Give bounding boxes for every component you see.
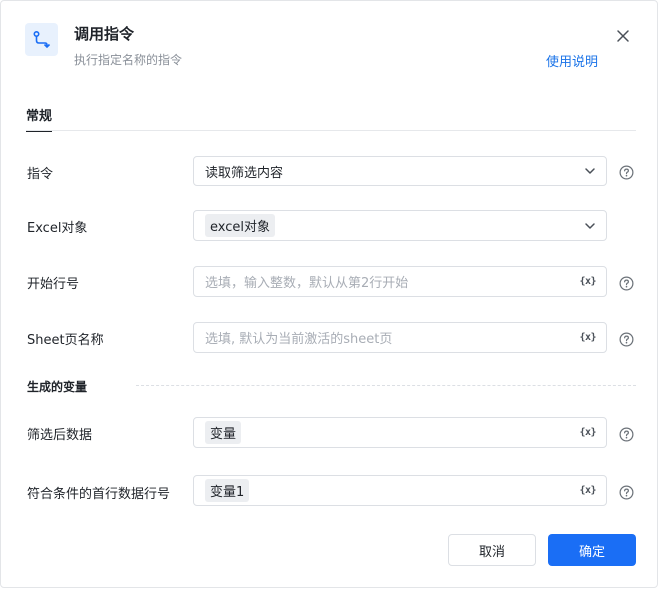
close-button[interactable]	[613, 26, 633, 46]
command-select-value: 读取筛选内容	[205, 165, 284, 181]
dialog-subtitle: 执行指定名称的指令	[74, 53, 183, 67]
question-circle-icon[interactable]	[619, 165, 634, 180]
excel-object-label: Excel对象	[27, 221, 88, 236]
cancel-button[interactable]: 取消	[448, 534, 536, 566]
excel-object-select[interactable]: excel对象	[193, 210, 607, 241]
tab-divider	[26, 130, 636, 131]
question-circle-icon[interactable]	[619, 332, 634, 347]
dialog-title: 调用指令	[74, 25, 135, 43]
sheet-name-label: Sheet页名称	[27, 333, 104, 348]
section-divider	[136, 385, 636, 386]
dialog: 调用指令 执行指定名称的指令 使用说明 常规 指令 读取筛选内容 Excel对象…	[0, 0, 658, 588]
start-row-placeholder: 选填，输入整数，默认从第2行开始	[205, 276, 409, 291]
variable-insert-icon[interactable]: {x}	[579, 485, 596, 496]
start-row-input[interactable]: 选填，输入整数，默认从第2行开始 {x}	[193, 266, 607, 297]
command-label: 指令	[27, 167, 54, 182]
variable-insert-icon[interactable]: {x}	[579, 332, 596, 343]
confirm-button[interactable]: 确定	[548, 534, 636, 566]
close-icon	[617, 30, 629, 42]
filtered-data-label: 筛选后数据	[27, 428, 93, 443]
question-circle-icon[interactable]	[619, 427, 634, 442]
first-row-label: 符合条件的首行数据行号	[27, 487, 171, 502]
tab-general[interactable]: 常规	[26, 105, 53, 132]
first-row-input[interactable]: 变量1 {x}	[193, 475, 607, 506]
first-row-tag: 变量1	[205, 479, 250, 502]
flow-connector-icon	[25, 23, 58, 56]
start-row-label: 开始行号	[27, 277, 80, 292]
command-select[interactable]: 读取筛选内容	[193, 156, 607, 186]
variable-insert-icon[interactable]: {x}	[579, 427, 596, 438]
chevron-down-icon	[585, 168, 595, 174]
filtered-data-tag: 变量	[205, 421, 242, 444]
variable-insert-icon[interactable]: {x}	[579, 276, 596, 287]
filtered-data-input[interactable]: 变量 {x}	[193, 417, 607, 448]
chevron-down-icon	[585, 222, 595, 229]
sheet-name-placeholder: 选填, 默认为当前激活的sheet页	[205, 332, 393, 347]
question-circle-icon[interactable]	[619, 276, 634, 291]
sheet-name-input[interactable]: 选填, 默认为当前激活的sheet页 {x}	[193, 322, 607, 353]
help-link[interactable]: 使用说明	[546, 51, 598, 70]
generated-variables-title: 生成的变量	[27, 380, 88, 394]
excel-object-tag: excel对象	[205, 214, 275, 237]
question-circle-icon[interactable]	[619, 485, 634, 500]
